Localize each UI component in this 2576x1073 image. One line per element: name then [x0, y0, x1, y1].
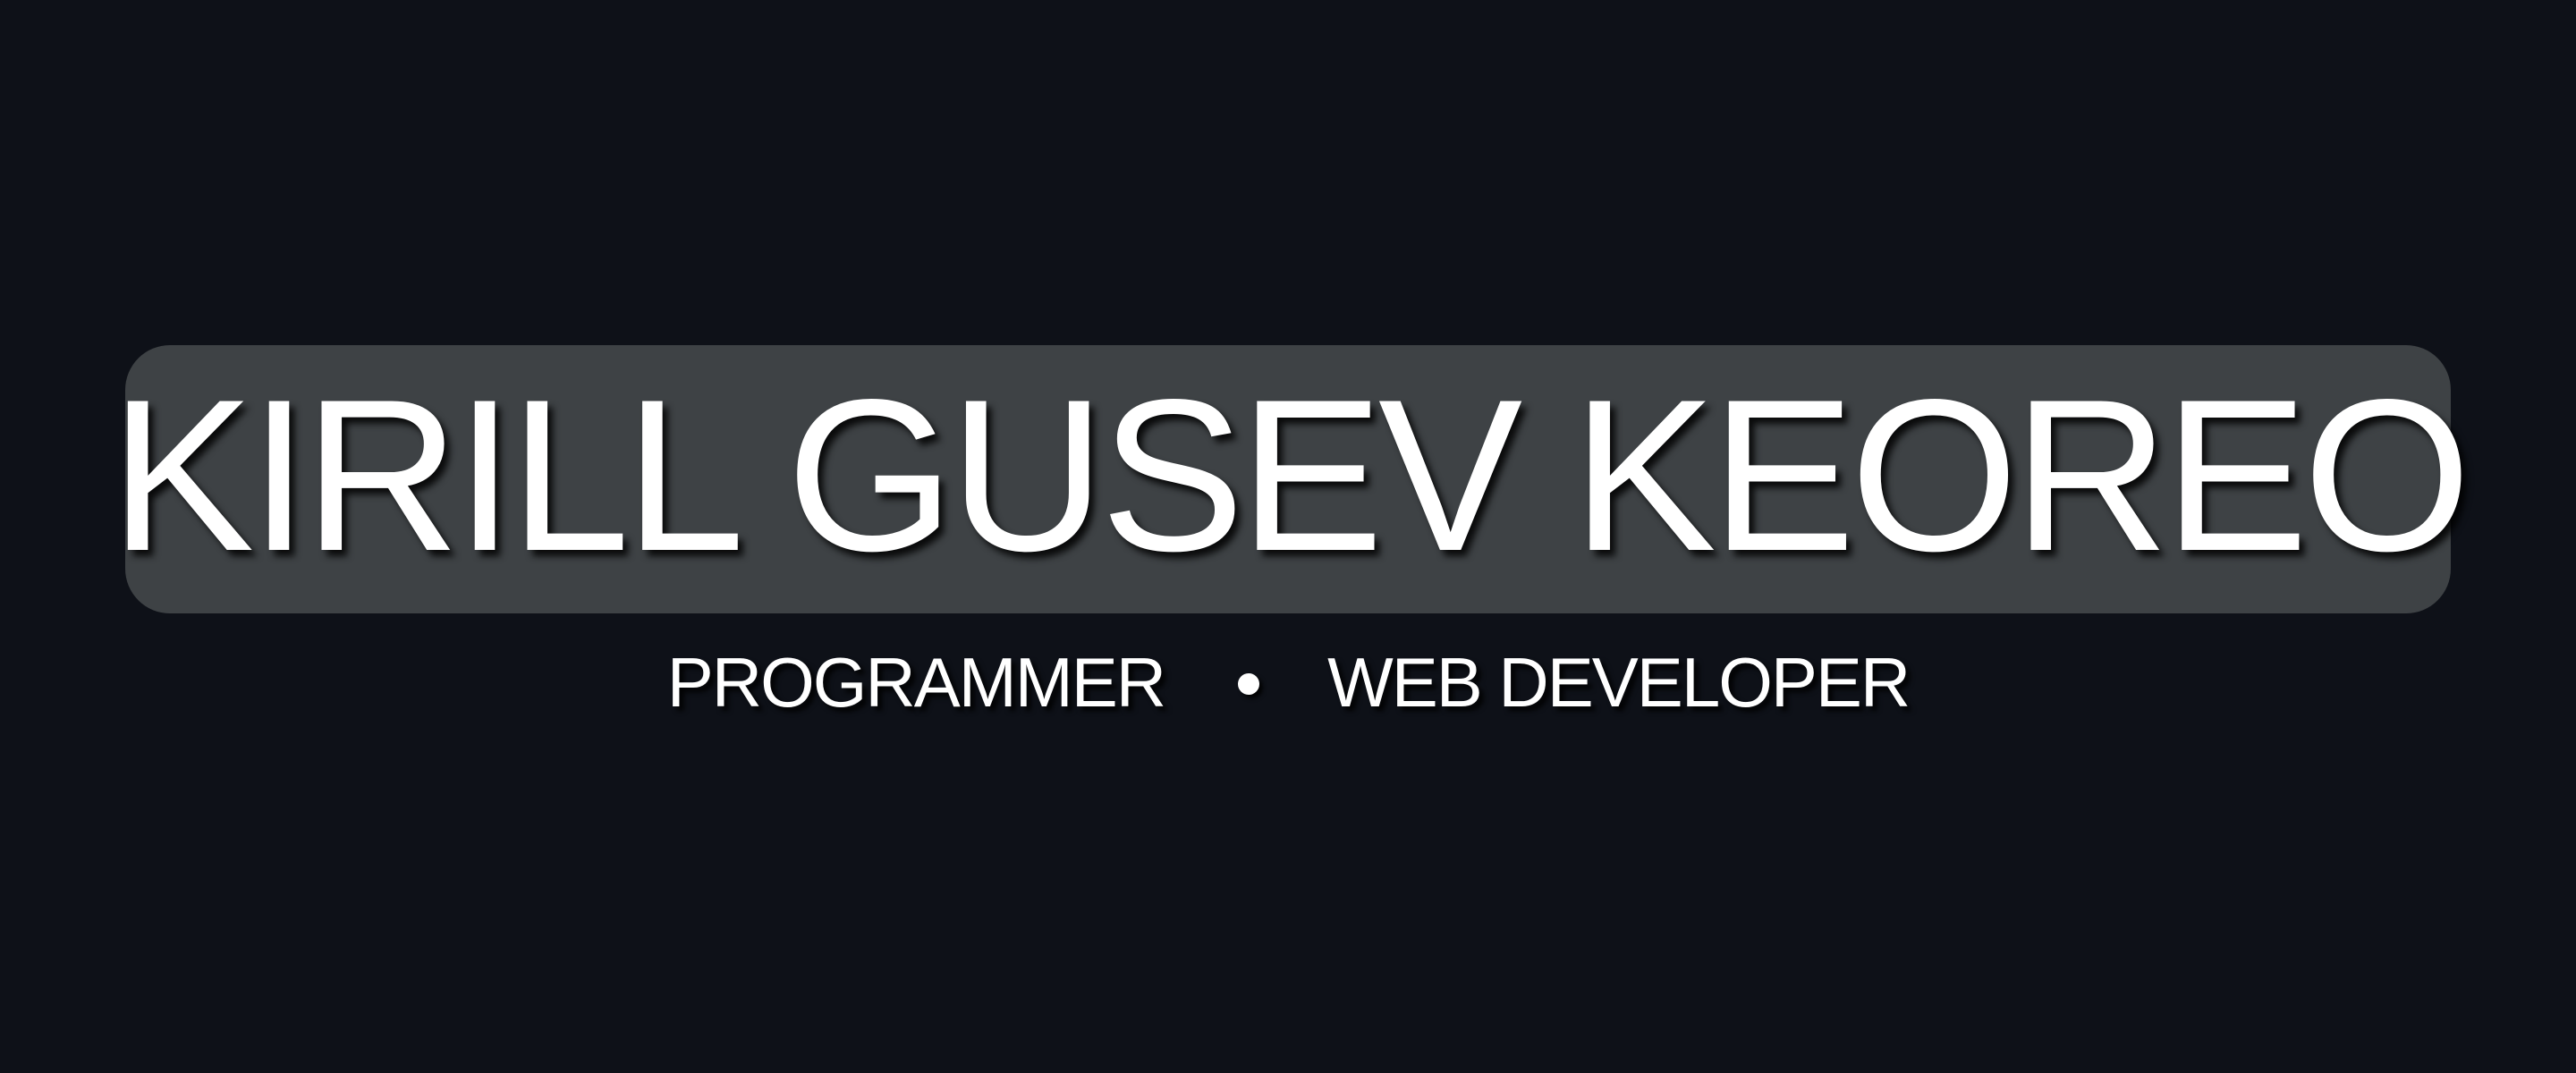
profile-banner: KIRILL GUSEV KEOREO PROGRAMMER WEB DEVEL… [0, 0, 2576, 1073]
role-tagline: PROGRAMMER WEB DEVELOPER [0, 642, 2576, 722]
role-web-developer: WEB DEVELOPER [1327, 643, 1911, 722]
bullet-separator-icon [1238, 673, 1260, 695]
name-pill: KIRILL GUSEV KEOREO [110, 345, 2471, 613]
role-programmer: PROGRAMMER [666, 643, 1166, 722]
profile-name: KIRILL GUSEV KEOREO [109, 355, 2471, 596]
